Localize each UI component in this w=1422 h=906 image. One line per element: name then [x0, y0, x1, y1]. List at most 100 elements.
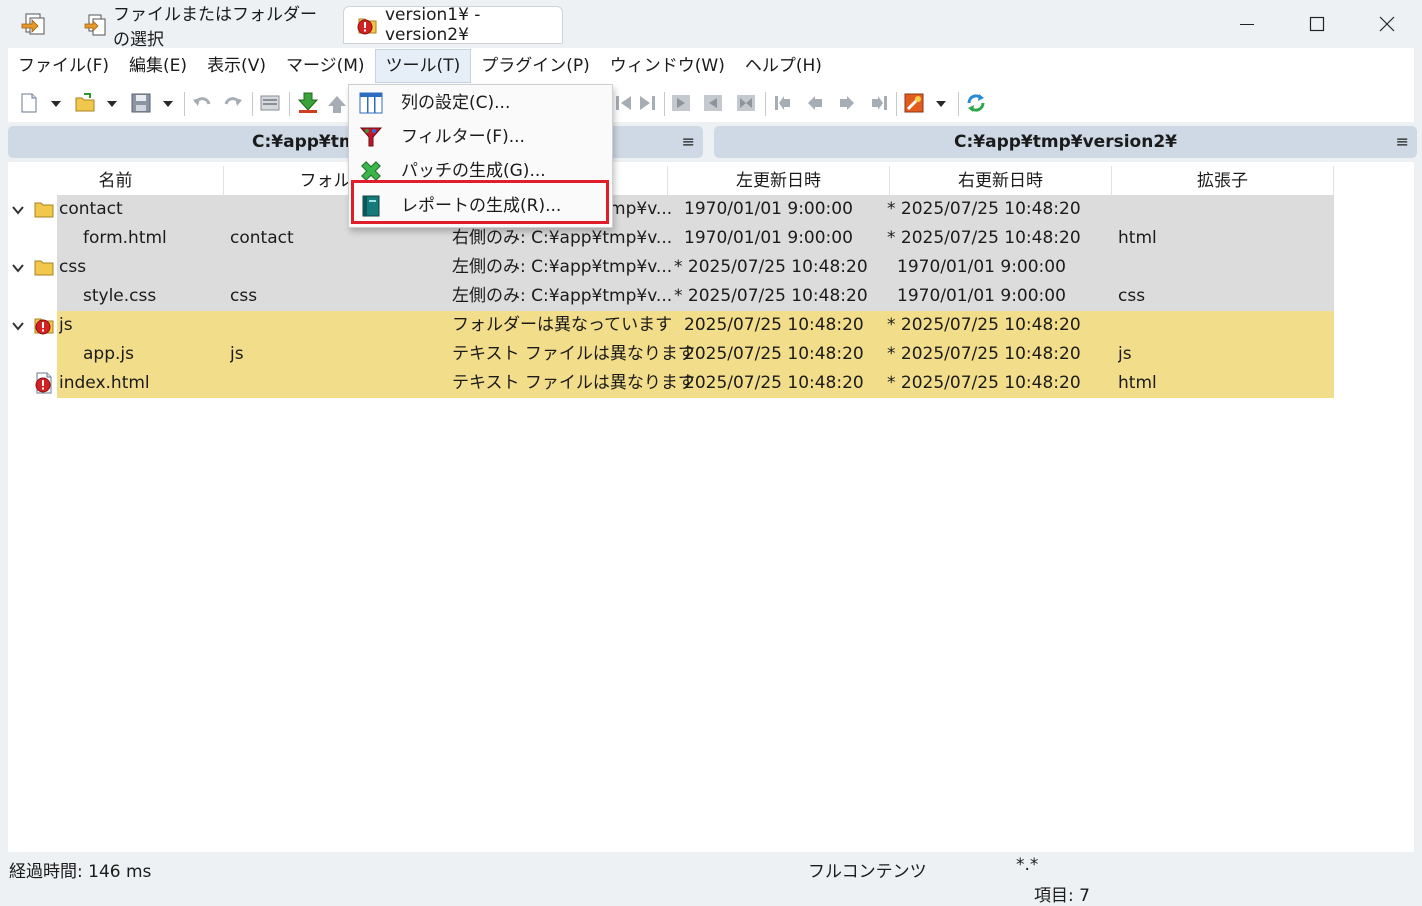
- status-item-count: 項目: 7: [1034, 886, 1090, 906]
- folder-different-icon: [34, 318, 54, 335]
- next-file-icon[interactable]: [836, 92, 858, 114]
- cell-extension: html: [1118, 373, 1157, 393]
- cell-folder: css: [230, 286, 258, 306]
- cell-extension: html: [1118, 228, 1157, 248]
- table-row[interactable]: contact右側のみ: C:¥app¥tmp¥v...1970/01/01 9…: [57, 195, 1334, 224]
- copy-all-icon[interactable]: [735, 92, 757, 114]
- table-row[interactable]: app.js js テキスト ファイルは異なります 2025/07/25 10:48:…: [57, 340, 1334, 369]
- column-header-left-date[interactable]: 左更新日時: [668, 166, 890, 196]
- next-difference-icon[interactable]: [297, 92, 319, 114]
- table-row[interactable]: form.html contact 右側のみ: C:¥app¥tmp¥v... 197…: [57, 224, 1334, 253]
- left-path-menu-icon[interactable]: ≡: [682, 132, 695, 151]
- column-header-extension[interactable]: 拡張子: [1112, 166, 1334, 196]
- expand-chevron-icon[interactable]: [11, 203, 25, 217]
- menu-file[interactable]: ファイル(F): [8, 49, 119, 83]
- toolbar-separator: [765, 92, 766, 116]
- minimize-button[interactable]: [1212, 0, 1282, 48]
- toolbar-separator: [958, 92, 959, 116]
- copy-to-left-icon[interactable]: [702, 92, 724, 114]
- toolbar-separator: [664, 92, 665, 116]
- table-row[interactable]: index.html テキスト ファイルは異なります 2025/07/25 10:4…: [57, 369, 1334, 398]
- open-dropdown-arrow[interactable]: [107, 101, 117, 107]
- menu-help[interactable]: ヘルプ(H): [735, 49, 832, 83]
- new-file-icon[interactable]: [18, 92, 40, 114]
- menu-plugins[interactable]: プラグイン(P): [471, 49, 600, 83]
- cell-left-date: 2025/07/25 10:48:20: [684, 315, 864, 335]
- cell-right-date: * 2025/07/25 10:48:20: [887, 315, 1081, 335]
- cell-result: フォルダーは異なっています: [452, 315, 673, 335]
- table-row[interactable]: style.css css 左側のみ: C:¥app¥tmp¥v... * 2025/…: [57, 282, 1334, 311]
- options-dropdown-arrow[interactable]: [936, 101, 946, 107]
- status-elapsed-time: 経過時間: 146 ms: [9, 862, 152, 882]
- tools-options-icon[interactable]: [903, 92, 925, 114]
- column-header-name[interactable]: 名前: [8, 166, 224, 196]
- maximize-button[interactable]: [1282, 0, 1352, 48]
- close-icon: [1379, 16, 1395, 32]
- tab-label: ファイルまたはフォルダーの選択: [113, 5, 317, 50]
- menu-window[interactable]: ウィンドウ(W): [600, 49, 735, 83]
- cell-name: js: [59, 315, 73, 335]
- menu-item-label: フィルター(F)...: [401, 127, 525, 147]
- expand-chevron-icon[interactable]: [11, 261, 25, 275]
- save-icon[interactable]: [130, 92, 152, 114]
- cell-left-date: 1970/01/01 9:00:00: [684, 228, 853, 248]
- title-bar: ファイルまたはフォルダーの選択 version1¥ - version2¥: [0, 0, 1422, 50]
- winmerge-app-icon[interactable]: [20, 12, 46, 36]
- toolbar: [8, 84, 1414, 122]
- previous-file-icon[interactable]: [804, 92, 826, 114]
- cell-name: css: [59, 257, 87, 277]
- first-difference-icon[interactable]: [772, 92, 794, 114]
- right-path-header[interactable]: C:¥app¥tmp¥version2¥ ≡: [714, 126, 1417, 158]
- minimize-icon: [1240, 24, 1254, 25]
- compare-results-list[interactable]: 名前 フォルダ 比較結果 左更新日時 右更新日時 拡張子 contact右側のみ…: [8, 162, 1414, 852]
- cell-name: contact: [59, 199, 123, 219]
- right-path-menu-icon[interactable]: ≡: [1396, 132, 1409, 151]
- folder-different-icon: [357, 18, 377, 35]
- redo-icon[interactable]: [222, 92, 244, 114]
- table-row[interactable]: css 左側のみ: C:¥app¥tmp¥v... * 2025/07/25 10:…: [57, 253, 1334, 282]
- menu-item-column-settings[interactable]: 列の設定(C)...: [349, 86, 612, 120]
- cell-result: 右側のみ: C:¥app¥tmp¥v...: [452, 228, 673, 248]
- cell-right-date: * 2025/07/25 10:48:20: [887, 199, 1081, 219]
- cell-left-date: * 2025/07/25 10:48:20: [674, 286, 868, 306]
- menu-tools[interactable]: ツール(T): [374, 49, 472, 83]
- toolbar-separator: [184, 92, 185, 116]
- compare-files-icon: [84, 14, 106, 36]
- menu-merge[interactable]: マージ(M): [276, 49, 375, 83]
- close-window-button[interactable]: [1352, 0, 1422, 48]
- folder-icon: [34, 202, 54, 218]
- refresh-view-icon[interactable]: [259, 92, 281, 114]
- cell-result: テキスト ファイルは異なります: [452, 344, 695, 364]
- menu-view[interactable]: 表示(V): [197, 49, 276, 83]
- menu-bar: ファイル(F) 編集(E) 表示(V) マージ(M) ツール(T) プラグイン(…: [8, 48, 1414, 84]
- cell-result: 左側のみ: C:¥app¥tmp¥v...: [452, 257, 673, 277]
- save-dropdown-arrow[interactable]: [163, 101, 173, 107]
- cell-left-date: 1970/01/01 9:00:00: [684, 199, 853, 219]
- menu-item-filter[interactable]: フィルター(F)...: [349, 120, 612, 154]
- new-dropdown-arrow[interactable]: [51, 101, 61, 107]
- folder-icon: [34, 260, 54, 276]
- copy-left-advance-icon[interactable]: [613, 92, 635, 114]
- menu-item-label: 列の設定(C)...: [401, 93, 511, 113]
- copy-right-advance-icon[interactable]: [636, 92, 658, 114]
- tab-select-files[interactable]: ファイルまたはフォルダーの選択: [72, 5, 337, 50]
- open-folder-icon[interactable]: [74, 92, 96, 114]
- cell-name: style.css: [83, 286, 157, 306]
- copy-to-right-icon[interactable]: [670, 92, 692, 114]
- columns-icon: [359, 92, 383, 114]
- table-row[interactable]: js フォルダーは異なっています 2025/07/25 10:48:20 * 2025…: [57, 311, 1334, 340]
- column-header-right-date[interactable]: 右更新日時: [890, 166, 1112, 196]
- menu-edit[interactable]: 編集(E): [119, 49, 197, 83]
- refresh-icon[interactable]: [965, 92, 987, 114]
- cell-left-date: 2025/07/25 10:48:20: [684, 344, 864, 364]
- last-difference-icon[interactable]: [868, 92, 890, 114]
- filter-icon: [359, 127, 383, 147]
- prev-difference-icon[interactable]: [326, 92, 348, 114]
- tab-compare-versions[interactable]: version1¥ - version2¥: [343, 5, 563, 45]
- status-bar: 経過時間: 146 ms フルコンテンツ *.* 項目: 7: [0, 852, 1422, 906]
- undo-icon[interactable]: [191, 92, 213, 114]
- highlight-annotation-box: [351, 180, 609, 224]
- expand-chevron-icon[interactable]: [11, 319, 25, 333]
- cell-name: form.html: [83, 228, 167, 248]
- cell-left-date: * 2025/07/25 10:48:20: [674, 257, 868, 277]
